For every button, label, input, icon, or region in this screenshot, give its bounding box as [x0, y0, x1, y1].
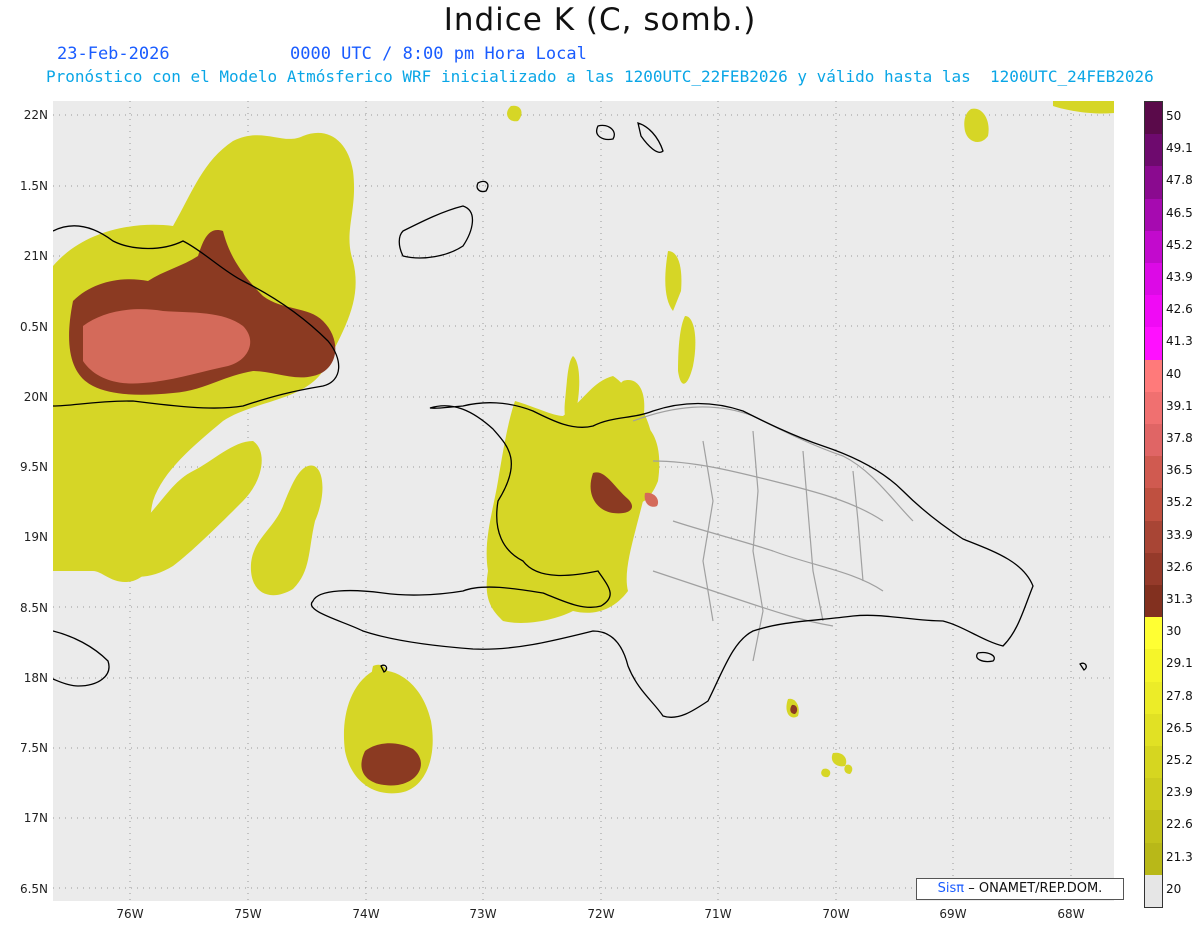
jamaica-high-area: [361, 743, 421, 786]
color-scale-label: 45.2: [1166, 237, 1193, 252]
color-scale-segment: [1145, 263, 1162, 296]
forecast-time: 0000 UTC / 8:00 pm Hora Local: [290, 44, 587, 64]
credit-brand: Sisπ: [937, 881, 965, 896]
color-scale-label: 31.3: [1166, 592, 1193, 606]
color-scale-segment: [1145, 778, 1162, 811]
lon-label: 70W: [822, 907, 850, 921]
color-scale-segment: [1145, 488, 1162, 522]
color-scale-label: 26.5: [1166, 720, 1193, 735]
credit-text: – ONAMET/REP.DOM.: [968, 881, 1103, 896]
forecast-map: [53, 101, 1114, 901]
color-scale-segment: [1145, 295, 1162, 328]
lon-label: 75W: [234, 907, 262, 921]
color-scale-label: 35.2: [1166, 495, 1193, 510]
color-scale-segment: [1145, 810, 1162, 844]
color-scale-segment: [1145, 327, 1162, 361]
color-scale-segment: [1145, 746, 1162, 779]
color-scale-segment: [1145, 391, 1162, 425]
color-scale-segment: [1145, 520, 1162, 554]
lat-label: 9.5N: [19, 460, 48, 474]
color-scale-label: 43.9: [1166, 270, 1193, 284]
color-scale-segment: [1145, 842, 1162, 876]
color-scale-label: 50: [1166, 109, 1182, 123]
color-scale-label: 47.8: [1166, 173, 1193, 188]
lat-label: 17N: [23, 811, 48, 825]
lat-label: 18N: [23, 671, 48, 685]
color-scale-segment: [1145, 874, 1162, 907]
lat-label: 1.5N: [19, 179, 48, 193]
lat-label: 19N: [23, 530, 48, 544]
lon-label: 69W: [939, 907, 967, 921]
color-scale-segment: [1145, 166, 1162, 200]
color-scale-label: 36.5: [1166, 463, 1193, 478]
color-scale-segment: [1145, 585, 1162, 618]
color-scale-label: 21.3: [1166, 849, 1193, 864]
lon-label: 73W: [469, 907, 497, 921]
color-scale-label: 30: [1166, 624, 1182, 639]
lat-label: 22N: [23, 108, 48, 122]
color-scale-label: 20: [1166, 881, 1182, 896]
lat-label: 21N: [23, 249, 48, 263]
color-scale-label: 46.5: [1166, 205, 1193, 220]
color-scale-label: 42.6: [1166, 302, 1193, 317]
lat-label: 6.5N: [19, 882, 48, 896]
color-scale-label: 41.3: [1166, 334, 1193, 349]
color-scale-segment: [1145, 198, 1162, 232]
color-scale-bar: [1144, 101, 1163, 908]
color-scale-label: 29.1: [1166, 656, 1193, 671]
color-scale-segment: [1145, 359, 1162, 393]
lon-label: 72W: [587, 907, 615, 921]
lat-label: 20N: [23, 390, 48, 404]
color-scale-segment: [1145, 134, 1162, 167]
color-scale-segment: [1145, 552, 1162, 586]
lon-label: 68W: [1057, 907, 1085, 921]
color-scale-label: 32.6: [1166, 559, 1193, 574]
color-scale-segment: [1145, 230, 1162, 264]
color-scale-segment: [1145, 681, 1162, 715]
color-scale-label: 25.2: [1166, 753, 1193, 767]
forecast-date: 23-Feb-2026: [57, 44, 170, 64]
color-scale-label: 22.6: [1166, 817, 1193, 832]
color-scale-label: 23.9: [1166, 785, 1193, 800]
color-scale-segment: [1145, 617, 1162, 650]
lon-label: 71W: [704, 907, 732, 921]
color-scale-label: 49.1: [1166, 141, 1193, 156]
color-scale-label: 33.9: [1166, 527, 1193, 542]
color-scale-segment: [1145, 713, 1162, 747]
color-scale-segment: [1145, 649, 1162, 683]
lon-label: 74W: [352, 907, 380, 921]
color-scale-segment: [1145, 424, 1162, 457]
color-scale-label: 27.8: [1166, 688, 1193, 703]
color-scale-label: 37.8: [1166, 431, 1193, 445]
map-title: Indice K (C, somb.): [443, 2, 757, 38]
model-description: Pronóstico con el Modelo Atmósferico WRF…: [46, 67, 1154, 86]
color-scale-label: 40: [1166, 366, 1182, 381]
credit-box: Sisπ – ONAMET/REP.DOM.: [916, 878, 1124, 900]
color-scale-segment: [1145, 102, 1162, 135]
lat-label: 8.5N: [19, 601, 48, 615]
color-scale-segment: [1145, 456, 1162, 489]
lat-label: 7.5N: [19, 741, 48, 755]
color-scale-label: 39.1: [1166, 398, 1193, 413]
lon-label: 76W: [116, 907, 144, 921]
lat-label: 0.5N: [19, 320, 48, 334]
